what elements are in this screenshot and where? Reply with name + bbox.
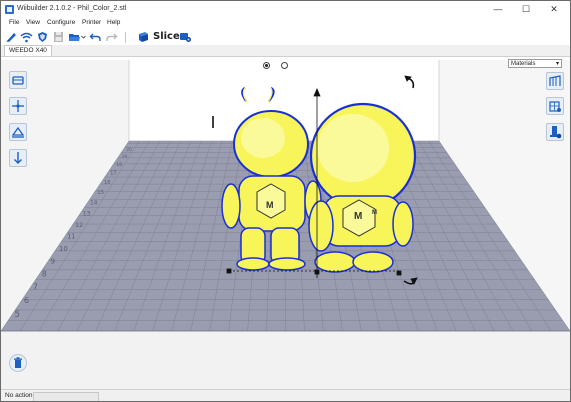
- grid-axis-label: 10: [59, 245, 68, 253]
- build-volume-scene: 5678910 111213 14 151617181920: [1, 60, 570, 389]
- grid-axis-label: 18: [116, 162, 122, 168]
- grid-axis-label: 13: [83, 211, 91, 218]
- lay-flat-icon[interactable]: [9, 123, 27, 141]
- toolbar-separator: [125, 32, 126, 43]
- status-progress-box: [33, 392, 99, 401]
- chevron-down-icon[interactable]: [81, 31, 86, 43]
- menu-configure[interactable]: Configure: [47, 19, 75, 26]
- view-radio-1[interactable]: [263, 62, 270, 69]
- settings-icon[interactable]: [546, 123, 564, 141]
- redo-icon[interactable]: [105, 31, 118, 43]
- infill-icon[interactable]: [546, 97, 564, 115]
- minimize-button[interactable]: —: [484, 1, 512, 18]
- menu-bar: File View Configure Printer Help: [1, 18, 570, 29]
- grid-axis-label: 12: [75, 222, 83, 229]
- toolbar: Slice: [1, 29, 570, 45]
- menu-file[interactable]: File: [9, 19, 19, 26]
- model-label-m: M: [266, 200, 274, 210]
- open-folder-icon[interactable]: [68, 31, 81, 43]
- model-label-m: M: [372, 210, 377, 216]
- grid-axis-label: 7: [33, 283, 38, 292]
- grid-axis-label: 14: [90, 201, 98, 207]
- menu-view[interactable]: View: [26, 19, 40, 26]
- grid-axis-label: 19: [122, 154, 128, 160]
- cube-icon[interactable]: [137, 31, 150, 43]
- trash-icon[interactable]: [9, 354, 27, 372]
- wifi-icon[interactable]: [20, 31, 33, 43]
- grid-axis-label: 20: [126, 147, 132, 153]
- materials-select[interactable]: Materials ▾: [508, 59, 562, 68]
- grid-axis-label: 11: [67, 233, 75, 241]
- grid-axis-label: 5: [15, 310, 20, 320]
- tab-printer[interactable]: WEEDO X40: [4, 45, 52, 56]
- grid-axis-label: 15: [97, 190, 104, 196]
- grid-axis-label: 6: [24, 295, 29, 305]
- close-button[interactable]: ✕: [540, 1, 568, 18]
- status-bar: No action: [1, 389, 570, 401]
- menu-printer[interactable]: Printer: [82, 19, 101, 26]
- app-window: Wiibuilder 2.1.0.2 - Phil_Color_2.stl — …: [0, 0, 571, 402]
- menu-help[interactable]: Help: [107, 19, 120, 26]
- grid-axis-label: 9: [51, 256, 56, 265]
- brush-icon[interactable]: [5, 31, 18, 43]
- 3d-viewport[interactable]: 5 6 7 8 9 10 11 12 13 14 15 16 17 18 19 20: [1, 56, 570, 389]
- support-icon[interactable]: [546, 72, 564, 90]
- shield-icon[interactable]: [36, 31, 49, 43]
- maximize-button[interactable]: ☐: [512, 1, 540, 18]
- undo-icon[interactable]: [89, 31, 102, 43]
- view-radio-2[interactable]: [281, 62, 288, 69]
- move-icon[interactable]: [9, 71, 27, 89]
- position-icon[interactable]: [9, 97, 27, 115]
- grid-axis-label: 8: [42, 269, 47, 278]
- down-arrow-icon[interactable]: [9, 149, 27, 167]
- grid-axis-label: 17: [110, 171, 116, 177]
- window-title: Wiibuilder 2.1.0.2 - Phil_Color_2.stl: [17, 5, 127, 12]
- grid-axis-label: 16: [104, 180, 110, 186]
- title-bar: Wiibuilder 2.1.0.2 - Phil_Color_2.stl — …: [1, 1, 570, 18]
- slice-button[interactable]: Slice: [153, 31, 180, 42]
- status-text: No action: [5, 392, 33, 399]
- wiibuilder-app-icon: [5, 5, 14, 14]
- save-icon[interactable]: [52, 31, 65, 43]
- slice-settings-icon[interactable]: [179, 31, 192, 43]
- model-label-m: M: [354, 211, 363, 222]
